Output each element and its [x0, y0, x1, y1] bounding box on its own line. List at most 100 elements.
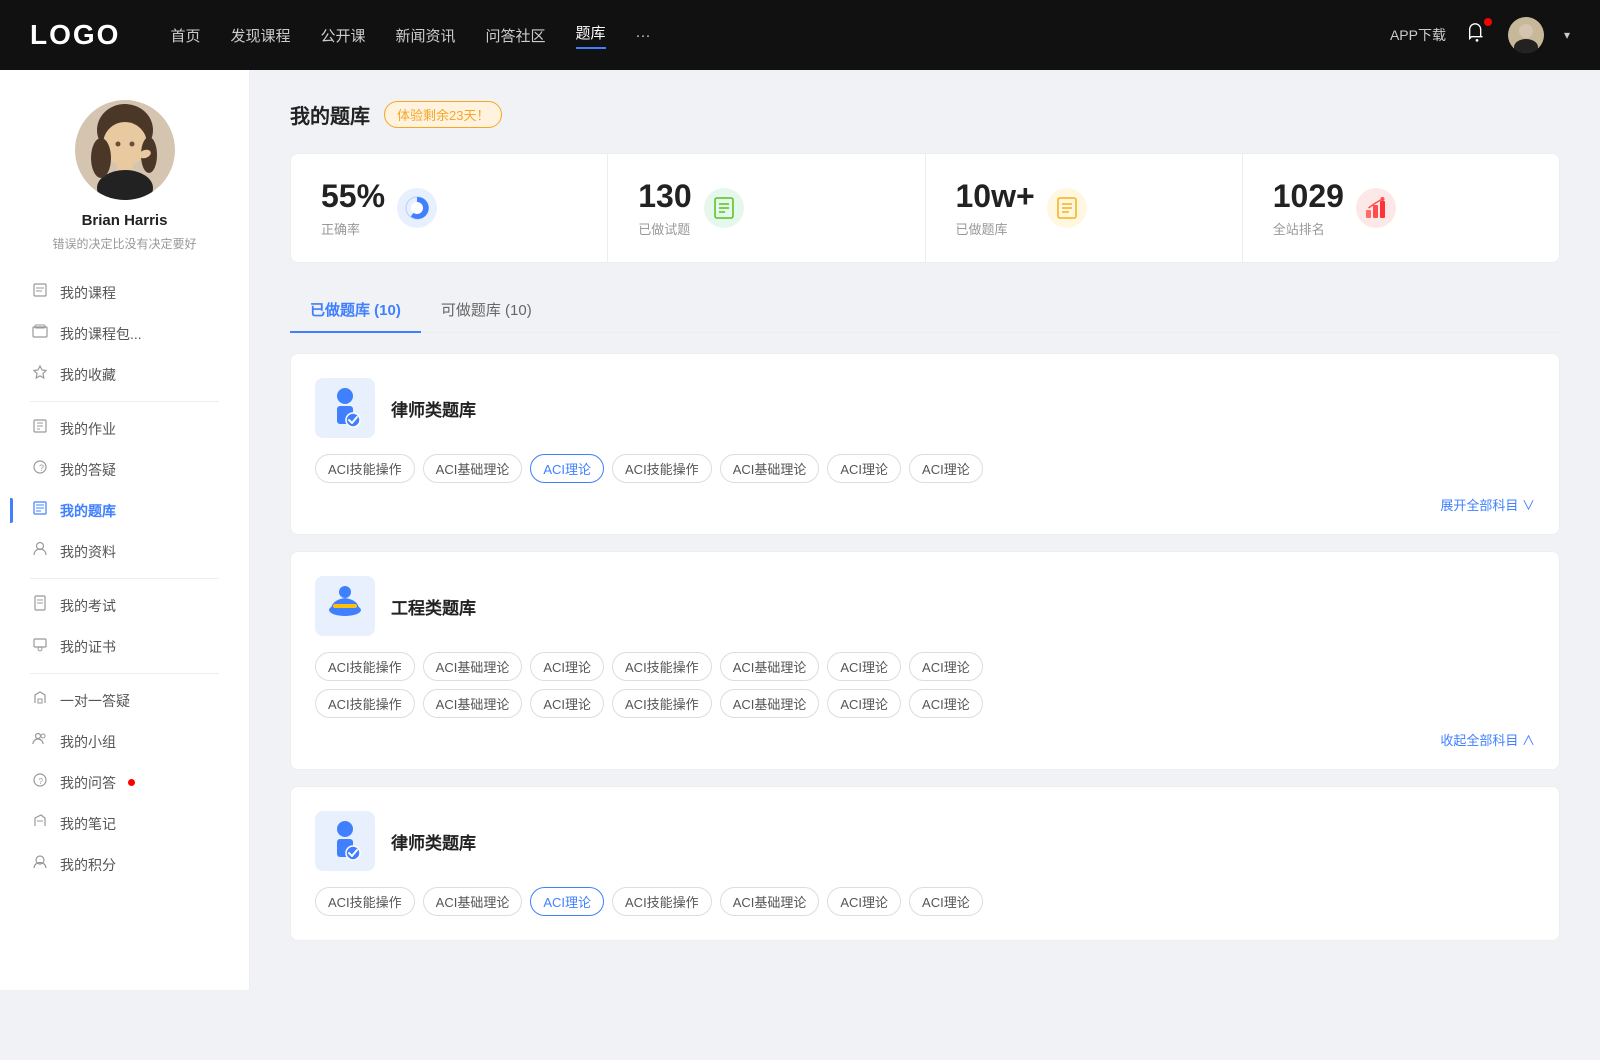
nav-more[interactable]: ··· — [636, 27, 651, 44]
bell-icon[interactable] — [1466, 22, 1488, 49]
law2-tag-0[interactable]: ACI技能操作 — [315, 887, 415, 916]
nav-qa[interactable]: 问答社区 — [486, 25, 546, 46]
sidebar-item-certificate[interactable]: 我的证书 — [10, 626, 239, 667]
group-icon — [30, 731, 50, 752]
done-questions-icon — [704, 188, 744, 228]
divider-2 — [30, 578, 219, 579]
bank-card-lawyer-2-header: 律师类题库 — [315, 811, 1535, 871]
app-download-button[interactable]: APP下载 — [1390, 25, 1446, 45]
sidebar-item-answering[interactable]: ? 我的答疑 — [10, 449, 239, 490]
accuracy-icon — [397, 188, 437, 228]
page-header: 我的题库 体验剩余23天！ — [290, 100, 1560, 129]
eng-tag-3[interactable]: ACI技能操作 — [612, 652, 712, 681]
bank-card-lawyer-2: 律师类题库 ACI技能操作 ACI基础理论 ACI理论 ACI技能操作 ACI基… — [290, 786, 1560, 941]
sidebar-item-coursepack[interactable]: 我的课程包... — [10, 313, 239, 354]
sidebar-item-courses[interactable]: 我的课程 — [10, 272, 239, 313]
page-title: 我的题库 — [290, 100, 370, 129]
logo[interactable]: LOGO — [30, 19, 120, 51]
sidebar: Brian Harris 错误的决定比没有决定要好 我的课程 我的课程包... … — [0, 70, 250, 990]
tag-2[interactable]: ACI理论 — [530, 454, 604, 483]
tag-5[interactable]: ACI理论 — [827, 454, 901, 483]
stat-ranking-label: 全站排名 — [1273, 219, 1344, 238]
bank-tags-lawyer-2: ACI技能操作 ACI基础理论 ACI理论 ACI技能操作 ACI基础理论 AC… — [315, 887, 1535, 916]
tabs: 已做题库 (10) 可做题库 (10) — [290, 287, 1560, 333]
stat-accuracy-label: 正确率 — [321, 219, 385, 238]
user-avatar — [75, 100, 175, 200]
sidebar-item-homework[interactable]: 我的作业 — [10, 408, 239, 449]
navbar: LOGO 首页 发现课程 公开课 新闻资讯 问答社区 题库 ··· APP下载 … — [0, 0, 1600, 70]
tag-0[interactable]: ACI技能操作 — [315, 454, 415, 483]
eng-tag-11[interactable]: ACI基础理论 — [720, 689, 820, 718]
divider-1 — [30, 401, 219, 402]
user-motto: 错误的决定比没有决定要好 — [52, 235, 196, 252]
sidebar-item-favorites[interactable]: 我的收藏 — [10, 354, 239, 395]
bank-title-lawyer-1: 律师类题库 — [391, 396, 476, 421]
sidebar-item-points[interactable]: 我的积分 — [10, 844, 239, 885]
sidebar-label-questionbank: 我的题库 — [60, 501, 116, 521]
sidebar-label-group: 我的小组 — [60, 732, 116, 752]
stat-done-questions: 130 已做试题 — [608, 154, 925, 262]
tag-4[interactable]: ACI基础理论 — [720, 454, 820, 483]
nav-courses[interactable]: 发现课程 — [230, 25, 290, 46]
eng-tag-12[interactable]: ACI理论 — [827, 689, 901, 718]
eng-tag-5[interactable]: ACI理论 — [827, 652, 901, 681]
eng-tag-10[interactable]: ACI技能操作 — [612, 689, 712, 718]
sidebar-label-certificate: 我的证书 — [60, 637, 116, 657]
main-content: 我的题库 体验剩余23天！ 55% 正确率 — [250, 70, 1600, 990]
expand-button-lawyer-1[interactable]: 展开全部科目 ∨ — [315, 491, 1535, 518]
nav-news[interactable]: 新闻资讯 — [396, 25, 456, 46]
eng-tag-9[interactable]: ACI理论 — [530, 689, 604, 718]
tab-done-banks[interactable]: 已做题库 (10) — [290, 287, 421, 332]
certificate-icon — [30, 636, 50, 657]
sidebar-item-questions[interactable]: ? 我的问答 — [10, 762, 239, 803]
user-avatar-nav[interactable] — [1508, 17, 1544, 53]
favorites-icon — [30, 364, 50, 385]
user-chevron-icon[interactable]: ▾ — [1564, 28, 1570, 42]
sidebar-item-questionbank[interactable]: 我的题库 — [10, 490, 239, 531]
stat-done-label: 已做试题 — [638, 219, 691, 238]
collapse-button-engineer[interactable]: 收起全部科目 ∧ — [315, 726, 1535, 753]
law2-tag-4[interactable]: ACI基础理论 — [720, 887, 820, 916]
law2-tag-6[interactable]: ACI理论 — [909, 887, 983, 916]
sidebar-label-exam: 我的考试 — [60, 596, 116, 616]
sidebar-label-homework: 我的作业 — [60, 419, 116, 439]
law2-tag-1[interactable]: ACI基础理论 — [423, 887, 523, 916]
eng-tag-6[interactable]: ACI理论 — [909, 652, 983, 681]
nav-home[interactable]: 首页 — [170, 25, 200, 46]
eng-tag-4[interactable]: ACI基础理论 — [720, 652, 820, 681]
sidebar-item-notes[interactable]: 我的笔记 — [10, 803, 239, 844]
tag-3[interactable]: ACI技能操作 — [612, 454, 712, 483]
stat-accuracy: 55% 正确率 — [291, 154, 608, 262]
notification-badge — [1484, 18, 1492, 26]
sidebar-item-group[interactable]: 我的小组 — [10, 721, 239, 762]
eng-tag-0[interactable]: ACI技能操作 — [315, 652, 415, 681]
eng-tag-13[interactable]: ACI理论 — [909, 689, 983, 718]
nav-open[interactable]: 公开课 — [320, 25, 365, 46]
law2-tag-2[interactable]: ACI理论 — [530, 887, 604, 916]
stat-ranking-value: 1029 — [1273, 178, 1344, 215]
law2-tag-3[interactable]: ACI技能操作 — [612, 887, 712, 916]
eng-tag-2[interactable]: ACI理论 — [530, 652, 604, 681]
eng-tag-7[interactable]: ACI技能操作 — [315, 689, 415, 718]
sidebar-item-exam[interactable]: 我的考试 — [10, 585, 239, 626]
stat-banks-value: 10w+ — [956, 178, 1035, 215]
tag-1[interactable]: ACI基础理论 — [423, 454, 523, 483]
questionbank-icon — [30, 500, 50, 521]
engineer-icon — [315, 576, 375, 636]
sidebar-item-tutor[interactable]: 一对一答疑 — [10, 680, 239, 721]
ranking-icon — [1356, 188, 1396, 228]
eng-tag-8[interactable]: ACI基础理论 — [423, 689, 523, 718]
bank-card-lawyer-1: 律师类题库 ACI技能操作 ACI基础理论 ACI理论 ACI技能操作 ACI基… — [290, 353, 1560, 535]
sidebar-item-profile[interactable]: 我的资料 — [10, 531, 239, 572]
eng-tag-1[interactable]: ACI基础理论 — [423, 652, 523, 681]
nav-questionbank[interactable]: 题库 — [576, 22, 606, 49]
tag-6[interactable]: ACI理论 — [909, 454, 983, 483]
tab-available-banks[interactable]: 可做题库 (10) — [421, 287, 552, 332]
law2-tag-5[interactable]: ACI理论 — [827, 887, 901, 916]
svg-text:?: ? — [39, 463, 44, 473]
stats-row: 55% 正确率 130 已做试题 — [290, 153, 1560, 263]
answering-icon: ? — [30, 459, 50, 480]
profile-icon — [30, 541, 50, 562]
sidebar-label-courses: 我的课程 — [60, 283, 116, 303]
courses-icon — [30, 282, 50, 303]
